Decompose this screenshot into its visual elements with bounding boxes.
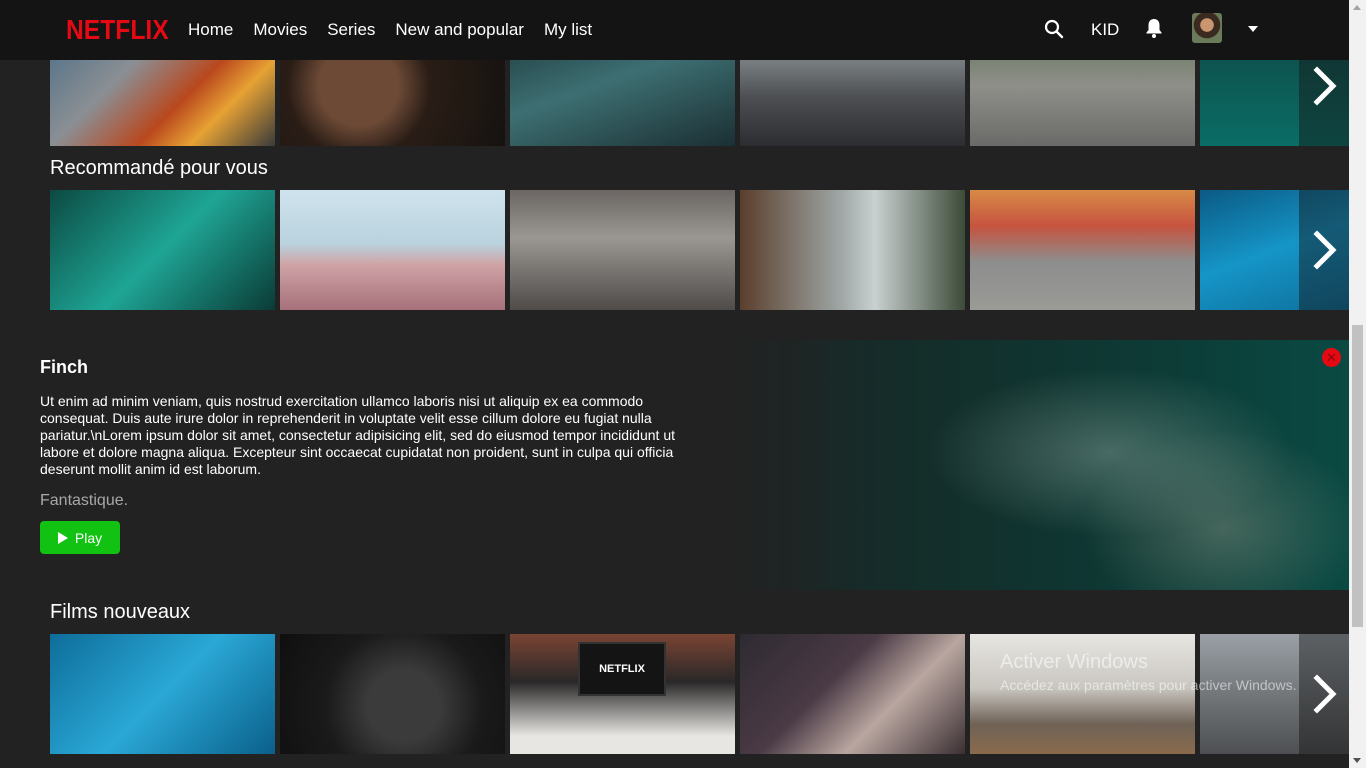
play-button[interactable]: Play [40, 521, 120, 554]
close-icon[interactable]: ✕ [1322, 348, 1341, 367]
nav-series[interactable]: Series [327, 20, 375, 40]
top-navbar: NETFLIX Home Movies Series New and popul… [0, 0, 1349, 60]
row-next-button[interactable] [1299, 634, 1349, 754]
detail-tagline: Fantastique. [40, 492, 129, 509]
windows-activation-title: Activer Windows [1000, 651, 1148, 673]
scroll-down-icon[interactable] [1353, 758, 1361, 763]
chevron-right-icon [1313, 230, 1337, 270]
movie-tile[interactable] [740, 190, 965, 310]
main-nav: Home Movies Series New and popular My li… [188, 20, 612, 40]
scroll-up-icon[interactable] [1353, 5, 1361, 10]
movie-tile[interactable] [510, 190, 735, 310]
avatar[interactable] [1192, 13, 1222, 43]
windows-activation-subtitle: Accédez aux paramètres pour activer Wind… [1000, 677, 1297, 693]
nav-new-and-popular[interactable]: New and popular [395, 20, 524, 40]
row-title-new-films: Films nouveaux [50, 601, 191, 623]
row-next-button[interactable] [1299, 190, 1349, 310]
chevron-down-icon[interactable] [1248, 26, 1258, 32]
chevron-right-icon [1313, 674, 1337, 714]
row-title-recommended: Recommandé pour vous [50, 157, 268, 179]
detail-description: Ut enim ad minim veniam, quis nostrud ex… [40, 393, 675, 477]
detail-backdrop-image [720, 340, 1349, 590]
movie-tile[interactable] [740, 634, 965, 754]
movie-tile[interactable]: NETFLIX [510, 634, 735, 754]
movie-tile[interactable] [50, 634, 275, 754]
movie-tile[interactable] [280, 190, 505, 310]
play-icon [57, 531, 68, 544]
netflix-logo[interactable]: NETFLIX [66, 14, 169, 46]
scrollbar-thumb[interactable] [1352, 325, 1363, 627]
chevron-right-icon [1313, 66, 1337, 106]
tv-logo: NETFLIX [599, 663, 645, 675]
nav-my-list[interactable]: My list [544, 20, 592, 40]
movie-tile[interactable] [280, 634, 505, 754]
movie-tile[interactable] [50, 190, 275, 310]
nav-movies[interactable]: Movies [253, 20, 307, 40]
movie-tile[interactable] [970, 190, 1195, 310]
search-icon[interactable] [1043, 18, 1065, 40]
detail-title: Finch [40, 357, 88, 377]
play-label: Play [74, 529, 103, 546]
nav-home[interactable]: Home [188, 20, 233, 40]
profile-label[interactable]: KID [1091, 20, 1119, 40]
tv-screen: NETFLIX [578, 642, 666, 696]
page-scrollbar[interactable] [1349, 0, 1366, 768]
bell-icon[interactable] [1144, 17, 1164, 39]
